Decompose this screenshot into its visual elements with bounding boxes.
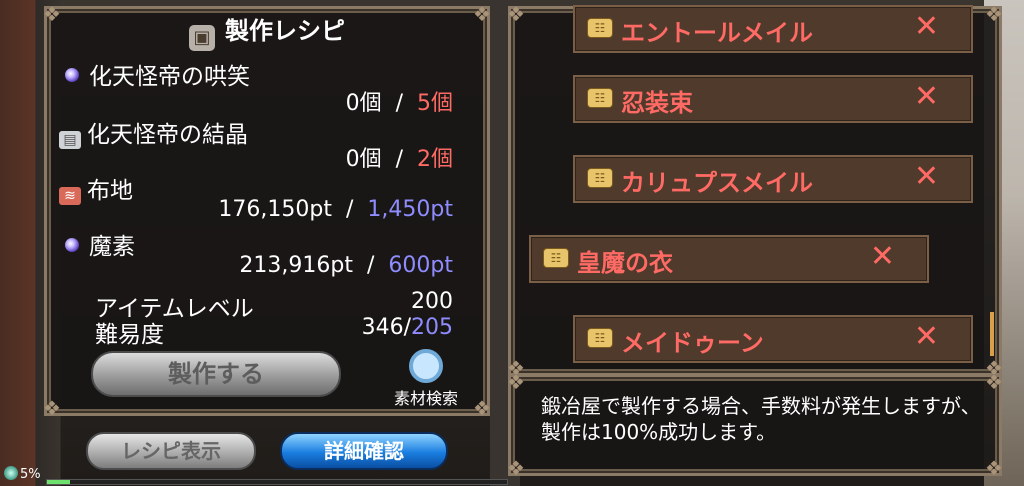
recipe-display-button[interactable]: レシピ表示 <box>86 432 256 470</box>
corner-ornament-icon: ❖ <box>473 396 491 420</box>
recipe-list-item[interactable]: ☷ メイドゥーン ✕ <box>573 315 973 363</box>
craft-button[interactable]: 製作する <box>91 351 341 397</box>
cloth-icon: ≋ <box>59 187 81 205</box>
material-search-button[interactable]: 素材検索 <box>381 349 471 409</box>
recipe-list-item[interactable]: ☷ 忍装束 ✕ <box>573 75 973 123</box>
purple-orb-icon <box>65 68 79 82</box>
remove-icon[interactable]: ✕ <box>914 319 939 354</box>
recipe-panel: ❖ ❖ ❖ ❖ ▣ 製作レシピ 化天怪帝の哄笑 0個 / 5個 ▤ 化天怪帝の結晶 … <box>43 3 491 420</box>
description-panel: ❖ ❖ ❖ ❖ 鍛冶屋で製作する場合、手数料が発生しますが、製作は100%成功し… <box>507 370 1003 480</box>
corner-ornament-icon: ❖ <box>985 456 1003 480</box>
material-count: 176,150pt / 1,450pt <box>218 197 453 222</box>
corner-ornament-icon: ❖ <box>985 2 1003 26</box>
recipe-list-panel: ❖ ❖ ❖ ❖ ☷ エントールメイル ✕ ☷ 忍装束 ✕ ☷ カリュプスメイル … <box>507 2 1003 379</box>
panel-title: ▣ 製作レシピ <box>47 11 487 51</box>
crystal-box-icon: ▤ <box>59 131 81 149</box>
remove-icon[interactable]: ✕ <box>914 159 939 194</box>
list-scrollbar[interactable] <box>990 312 994 356</box>
recipe-list-item-selected[interactable]: ☷ 皇魔の衣 ✕ <box>529 235 929 283</box>
remove-icon[interactable]: ✕ <box>914 79 939 114</box>
scroll-icon: ☷ <box>587 168 613 188</box>
corner-ornament-icon: ❖ <box>43 396 61 420</box>
item-level-value: 200 <box>411 289 453 314</box>
recipe-list-item[interactable]: ☷ カリュプスメイル ✕ <box>573 155 973 203</box>
material-count: 0個 / 5個 <box>345 91 453 116</box>
material-count: 213,916pt / 600pt <box>239 253 453 278</box>
purple-orb-icon <box>65 238 79 252</box>
description-text: 鍛冶屋で製作する場合、手数料が発生しますが、製作は100%成功します。 <box>541 394 981 444</box>
scroll-icon: ☷ <box>587 18 613 38</box>
progress-bar <box>46 479 508 485</box>
corner-ornament-icon: ❖ <box>507 370 525 394</box>
recipe-book-icon: ▣ <box>189 25 215 51</box>
corner-ornament-icon: ❖ <box>985 370 1003 394</box>
material-name: ≋ 布地 <box>59 171 133 205</box>
corner-ornament-icon: ❖ <box>507 456 525 480</box>
scroll-icon: ☷ <box>587 88 613 108</box>
detail-confirm-button[interactable]: 詳細確認 <box>280 432 448 470</box>
status-indicator: 5% <box>4 466 41 482</box>
remove-icon[interactable]: ✕ <box>870 239 895 274</box>
scroll-icon: ☷ <box>587 328 613 348</box>
material-name: 魔素 <box>65 227 135 261</box>
scroll-icon: ☷ <box>543 248 569 268</box>
status-orb-icon <box>4 466 18 480</box>
difficulty-value: 346/205 <box>361 315 453 340</box>
corner-ornament-icon: ❖ <box>507 2 525 26</box>
material-count: 0個 / 2個 <box>345 147 453 172</box>
material-name: 化天怪帝の哄笑 <box>65 57 250 91</box>
recipe-list-item[interactable]: ☷ エントールメイル ✕ <box>573 5 973 53</box>
difficulty-label: 難易度 <box>95 322 164 348</box>
remove-icon[interactable]: ✕ <box>914 9 939 44</box>
material-name: ▤ 化天怪帝の結晶 <box>59 115 248 149</box>
magnifier-icon <box>409 349 443 383</box>
progress-fill <box>47 480 70 484</box>
